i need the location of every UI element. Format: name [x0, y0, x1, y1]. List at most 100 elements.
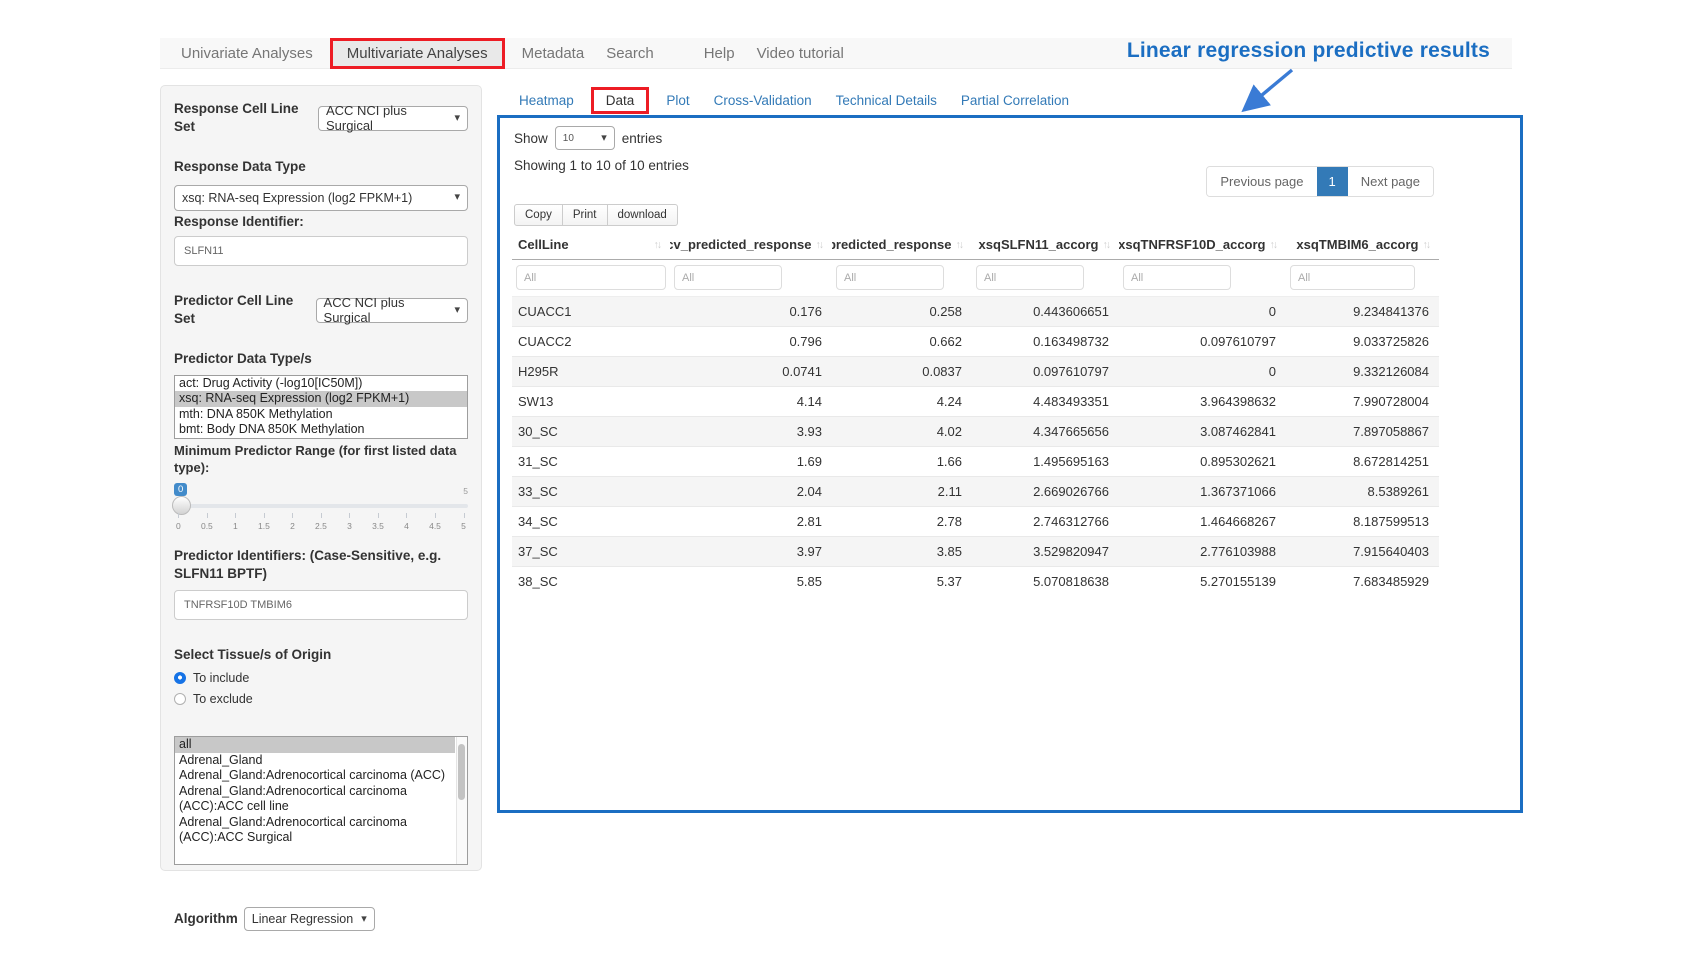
algorithm-select[interactable]: Linear Regression ▾ [244, 907, 375, 931]
scrollbar-thumb[interactable] [458, 744, 465, 800]
slider-track[interactable] [174, 504, 468, 508]
cell-line: CUACC1 [512, 297, 670, 327]
predictor-option-bmt[interactable]: bmt: Body DNA 850K Methylation [175, 422, 467, 438]
cell-line: 30_SC [512, 417, 670, 447]
value-cell: 1.464668267 [1119, 507, 1286, 537]
value-cell: 2.776103988 [1119, 537, 1286, 567]
showing-info: Showing 1 to 10 of 10 entries [514, 158, 689, 173]
tab-partial-correlation[interactable]: Partial Correlation [949, 90, 1081, 111]
response-data-type-select[interactable]: xsq: RNA-seq Expression (log2 FPKM+1) ▾ [174, 185, 468, 211]
value-cell: 8.5389261 [1286, 477, 1439, 507]
tab-data[interactable]: Data [591, 87, 650, 114]
column-label: predicted_response [832, 237, 952, 252]
current-page-button[interactable]: 1 [1317, 167, 1348, 196]
value-cell: 4.483493351 [972, 387, 1119, 417]
value-cell: 5.270155139 [1119, 567, 1286, 597]
column-header-predicted-response[interactable]: predicted_response ↑↓ [832, 230, 972, 260]
tissue-listbox: allAdrenal_GlandAdrenal_Gland:Adrenocort… [174, 736, 468, 865]
show-entries-value: 10 [563, 133, 574, 144]
value-cell: 0 [1119, 297, 1286, 327]
filter-input-xsqslfn11-accorg[interactable] [976, 265, 1084, 290]
column-header-xsqtnfrsf10d-accorg[interactable]: xsqTNFRSF10D_accorg↑↓ [1119, 230, 1286, 260]
column-label: xsqTNFRSF10D_accorg [1119, 237, 1266, 252]
table-row: H295R0.07410.08370.09761079709.332126084 [512, 357, 1439, 387]
value-cell: 0.258 [832, 297, 972, 327]
cell-line: 37_SC [512, 537, 670, 567]
filter-input-cellline[interactable] [516, 265, 666, 290]
value-cell: 9.332126084 [1286, 357, 1439, 387]
column-header-content: predicted_response↑↓ [838, 237, 962, 252]
slider-tick-label: 1.5 [258, 513, 270, 531]
predictor-option-mth[interactable]: mth: DNA 850K Methylation [175, 407, 467, 423]
chevron-down-icon: ▾ [454, 192, 460, 203]
column-header-xsqtmbim6-accorg[interactable]: xsqTMBIM6_accorg ↑↓ [1286, 230, 1439, 260]
algorithm-value: Linear Regression [252, 912, 353, 926]
tissue-option-2[interactable]: Adrenal_Gland:Adrenocortical carcinoma (… [175, 768, 455, 784]
nav-item-help[interactable]: Help [693, 41, 746, 66]
tissue-option-3[interactable]: Adrenal_Gland:Adrenocortical carcinoma (… [175, 784, 455, 815]
nav-item-metadata[interactable]: Metadata [511, 41, 596, 66]
table-row: SW134.144.244.4834933513.9643986327.9907… [512, 387, 1439, 417]
previous-page-button[interactable]: Previous page [1207, 167, 1316, 196]
table-row: 31_SC1.691.661.4956951630.8953026218.672… [512, 447, 1439, 477]
nav-item-multivariate-analyses[interactable]: Multivariate Analyses [330, 38, 505, 69]
nav-item-search[interactable]: Search [595, 41, 665, 66]
annotation-arrow-icon [1228, 66, 1302, 120]
column-header-cv-predicted-response[interactable]: cv_predicted_response↑↓ [670, 230, 832, 260]
page: Univariate AnalysesMultivariate Analyses… [0, 0, 1700, 956]
tab-heatmap[interactable]: Heatmap [507, 90, 586, 111]
predictor-option-xsq[interactable]: xsq: RNA-seq Expression (log2 FPKM+1) [175, 391, 467, 407]
tissue-option-1[interactable]: Adrenal_Gland [175, 753, 455, 769]
sort-icon: ↑↓ [956, 239, 963, 251]
tissue-include-radio[interactable]: To include [174, 671, 468, 685]
predictor-identifiers-input[interactable] [174, 590, 468, 620]
filter-input-predicted-response[interactable] [836, 265, 944, 290]
sort-icon: ↑↓ [816, 239, 823, 251]
tissue-option-4[interactable]: Adrenal_Gland:Adrenocortical carcinoma (… [175, 815, 455, 846]
column-header-cellline[interactable]: CellLine↑↓ [512, 230, 670, 260]
value-cell: 1.69 [670, 447, 832, 477]
tab-cross-validation[interactable]: Cross-Validation [702, 90, 824, 111]
filter-input-cv-predicted-response[interactable] [674, 265, 782, 290]
predictor-data-types-label: Predictor Data Type/s [174, 350, 468, 368]
predictor-cell-line-set-select[interactable]: ACC NCI plus Surgical ▾ [316, 298, 468, 323]
tissue-exclude-label: To exclude [193, 692, 253, 706]
show-entries-select[interactable]: 10 ▾ [555, 126, 615, 150]
filter-input-xsqtmbim6-accorg[interactable] [1290, 265, 1415, 290]
column-label: xsqTMBIM6_accorg [1296, 237, 1418, 252]
value-cell: 9.033725826 [1286, 327, 1439, 357]
predictor-option-act[interactable]: act: Drug Activity (-log10[IC50M]) [175, 376, 467, 392]
column-header-content: xsqTNFRSF10D_accorg↑↓ [1125, 237, 1276, 252]
filter-cell-cv-predicted-response [670, 260, 832, 297]
filter-input-xsqtnfrsf10d-accorg[interactable] [1123, 265, 1231, 290]
nav-item-univariate-analyses[interactable]: Univariate Analyses [170, 41, 324, 66]
response-cell-line-set-select[interactable]: ACC NCI plus Surgical ▾ [318, 106, 468, 131]
tissue-option-0[interactable]: all [175, 737, 455, 753]
tab-plot[interactable]: Plot [654, 90, 701, 111]
slider-max-label: 5 [463, 486, 468, 496]
value-cell: 3.97 [670, 537, 832, 567]
print-button[interactable]: Print [562, 204, 608, 226]
value-cell: 0.796 [670, 327, 832, 357]
response-identifier-input[interactable] [174, 236, 468, 266]
nav-item-video-tutorial[interactable]: Video tutorial [746, 41, 855, 66]
value-cell: 3.93 [670, 417, 832, 447]
column-header-xsqslfn11-accorg[interactable]: xsqSLFN11_accorg↑↓ [972, 230, 1119, 260]
algorithm-label: Algorithm [174, 910, 238, 928]
value-cell: 9.234841376 [1286, 297, 1439, 327]
next-page-button[interactable]: Next page [1348, 167, 1433, 196]
value-cell: 8.672814251 [1286, 447, 1439, 477]
tab-technical-details[interactable]: Technical Details [824, 90, 949, 111]
tissue-exclude-radio[interactable]: To exclude [174, 692, 468, 706]
table-row: 30_SC3.934.024.3476656563.0874628417.897… [512, 417, 1439, 447]
tissue-listbox-scrollbar [456, 737, 467, 864]
sort-icon: ↑↓ [1103, 239, 1110, 251]
value-cell: 0.895302621 [1119, 447, 1286, 477]
cell-line: 33_SC [512, 477, 670, 507]
value-cell: 5.85 [670, 567, 832, 597]
download-button[interactable]: download [607, 204, 678, 226]
slider-tick-label: 4 [404, 513, 409, 531]
sort-icon: ↑↓ [1423, 239, 1430, 251]
copy-button[interactable]: Copy [514, 204, 563, 226]
value-cell: 4.24 [832, 387, 972, 417]
